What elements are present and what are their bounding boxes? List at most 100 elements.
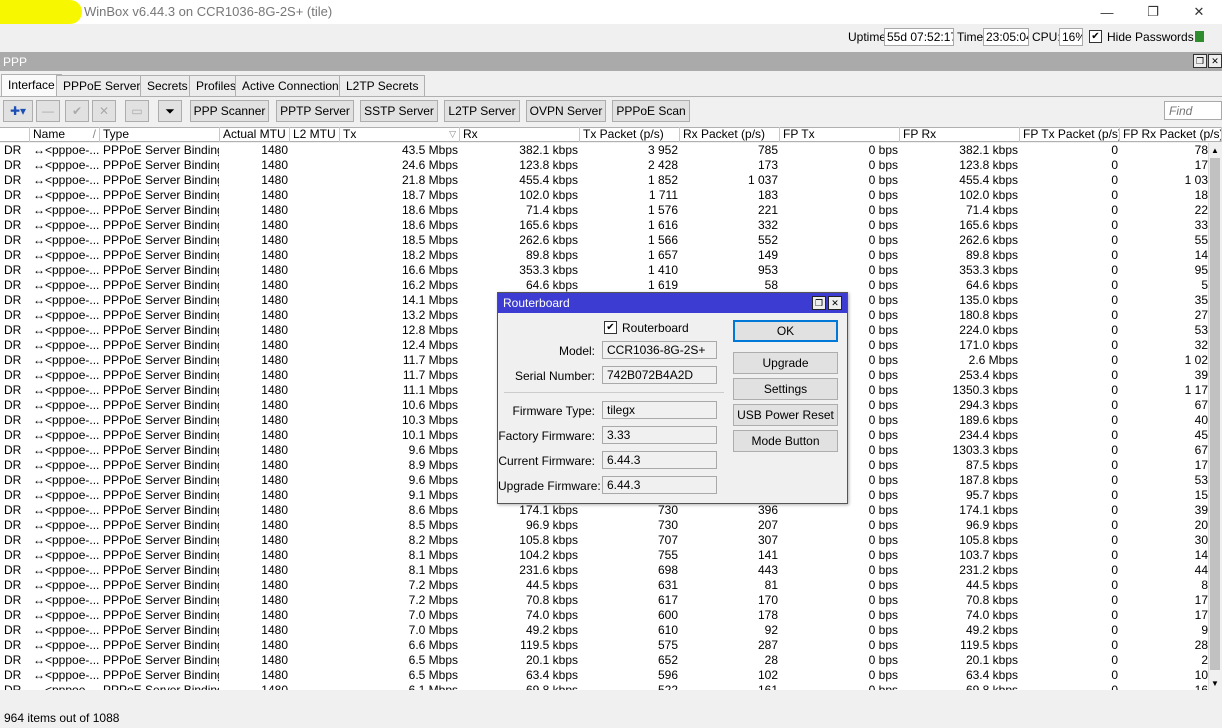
column-header-flags[interactable] (0, 127, 30, 142)
ok-button[interactable]: OK (733, 320, 838, 342)
find-input[interactable] (1164, 101, 1222, 120)
name-cell: ↔<pppoe-... (33, 308, 99, 322)
table-row[interactable]: DR ↔<pppoe-... PPPoE Server Binding 1480 43.… (0, 143, 1208, 158)
table-row[interactable]: DR ↔<pppoe-... PPPoE Server Binding 1480 7.2… (0, 593, 1208, 608)
flags-cell: DR (4, 263, 22, 277)
table-row[interactable]: DR ↔<pppoe-... PPPoE Server Binding 1480 7.2… (0, 578, 1208, 593)
name-cell: ↔<pppoe-... (33, 518, 99, 532)
type-cell: PPPoE Server Binding (103, 143, 219, 157)
table-row[interactable]: DR ↔<pppoe-... PPPoE Server Binding 1480 18.… (0, 233, 1208, 248)
table-row[interactable]: DR ↔<pppoe-... PPPoE Server Binding 1480 8.6… (0, 503, 1208, 518)
table-row[interactable]: DR ↔<pppoe-... PPPoE Server Binding 1480 6.6… (0, 638, 1208, 653)
filter-icon[interactable]: ⏷ (158, 100, 182, 122)
type-cell: PPPoE Server Binding (103, 518, 219, 532)
table-row[interactable]: DR ↔<pppoe-... PPPoE Server Binding 1480 18.… (0, 218, 1208, 233)
fp-rx-packet-cell: 10 (1194, 668, 1208, 682)
table-row[interactable]: DR ↔<pppoe-... PPPoE Server Binding 1480 8.2… (0, 533, 1208, 548)
tab-l2tp-secrets[interactable]: L2TP Secrets (339, 75, 426, 96)
actual-mtu-cell: 1480 (261, 248, 288, 262)
column-header-tx[interactable]: Tx ▽ (340, 127, 460, 142)
actual-mtu-cell: 1480 (261, 443, 288, 457)
rx-packet-cell: 785 (757, 143, 778, 157)
mode-button[interactable]: Mode Button (733, 430, 838, 452)
tx-cell: 18.5 Mbps (401, 233, 458, 247)
fp-rx-packet-cell: 18 (1194, 188, 1208, 202)
tx-packet-cell: 730 (657, 518, 678, 532)
column-header-l2-mtu[interactable]: L2 MTU (290, 127, 340, 142)
restore-button[interactable]: ❐ (1130, 0, 1176, 24)
minimize-button[interactable]: — (1084, 0, 1130, 24)
upgrade-button[interactable]: Upgrade (733, 352, 838, 374)
table-row[interactable]: DR ↔<pppoe-... PPPoE Server Binding 1480 21.… (0, 173, 1208, 188)
tab-secrets[interactable]: Secrets (140, 75, 195, 96)
horizontal-scrollbar[interactable] (0, 690, 1222, 704)
fp-rx-cell: 102.0 kbps (959, 188, 1018, 202)
column-header-name[interactable]: Name / (30, 127, 100, 142)
rx-cell: 382.1 kbps (519, 143, 578, 157)
type-cell: PPPoE Server Binding (103, 578, 219, 592)
sstp-server-button[interactable]: SSTP Server (360, 100, 438, 122)
column-header-tx-packet[interactable]: Tx Packet (p/s) (580, 127, 680, 142)
settings-button[interactable]: Settings (733, 378, 838, 400)
column-header-type[interactable]: Type (100, 127, 220, 142)
ppp-restore-button[interactable]: ❐ (1193, 54, 1207, 68)
actual-mtu-cell: 1480 (261, 623, 288, 637)
table-row[interactable]: DR ↔<pppoe-... PPPoE Server Binding 1480 8.1… (0, 548, 1208, 563)
tab-active-connections[interactable]: Active Connections (235, 75, 352, 96)
table-row[interactable]: DR ↔<pppoe-... PPPoE Server Binding 1480 8.5… (0, 518, 1208, 533)
dialog-close-button[interactable]: ✕ (828, 296, 842, 310)
table-row[interactable]: DR ↔<pppoe-... PPPoE Server Binding 1480 16.… (0, 263, 1208, 278)
enable-icon[interactable]: ✔ (65, 100, 89, 122)
usb-power-reset-button[interactable]: USB Power Reset (733, 404, 838, 426)
ppp-close-button[interactable]: ✕ (1208, 54, 1222, 68)
add-button[interactable]: ✚▾ (3, 100, 33, 122)
scroll-up-icon[interactable]: ▲ (1208, 143, 1222, 157)
table-row[interactable]: DR ↔<pppoe-... PPPoE Server Binding 1480 18.… (0, 203, 1208, 218)
column-header-fp-rx-packet[interactable]: FP Rx Packet (p/s) (1120, 127, 1222, 142)
close-button[interactable]: ✕ (1176, 0, 1222, 24)
dialog-restore-button[interactable]: ❐ (812, 296, 826, 310)
remove-icon[interactable]: — (36, 100, 60, 122)
rx-cell: 455.4 kbps (519, 173, 578, 187)
column-header-fp-tx-packet[interactable]: FP Tx Packet (p/s) (1020, 127, 1120, 142)
column-header-actual-mtu[interactable]: Actual MTU (220, 127, 290, 142)
fp-tx-packet-cell: 0 (1111, 428, 1118, 442)
comment-icon[interactable]: ▭ (125, 100, 149, 122)
tx-cell: 13.2 Mbps (401, 308, 458, 322)
ppp-scanner-button[interactable]: PPP Scanner (190, 100, 269, 122)
fp-rx-cell: 353.3 kbps (959, 263, 1018, 277)
column-header-rx-packet[interactable]: Rx Packet (p/s) (680, 127, 780, 142)
pptp-server-button[interactable]: PPTP Server (276, 100, 354, 122)
table-row[interactable]: DR ↔<pppoe-... PPPoE Server Binding 1480 16.… (0, 278, 1208, 293)
table-row[interactable]: DR ↔<pppoe-... PPPoE Server Binding 1480 18.… (0, 188, 1208, 203)
hide-passwords-checkbox[interactable]: ✔ (1089, 30, 1102, 43)
table-row[interactable]: DR ↔<pppoe-... PPPoE Server Binding 1480 6.1… (0, 683, 1208, 690)
actual-mtu-cell: 1480 (261, 353, 288, 367)
tab-interface[interactable]: Interface (1, 74, 62, 96)
type-cell: PPPoE Server Binding (103, 473, 219, 487)
type-cell: PPPoE Server Binding (103, 338, 219, 352)
tab-pppoe-servers[interactable]: PPPoE Servers (56, 75, 154, 96)
column-header-fp-rx[interactable]: FP Rx (900, 127, 1020, 142)
table-row[interactable]: DR ↔<pppoe-... PPPoE Server Binding 1480 8.1… (0, 563, 1208, 578)
type-cell: PPPoE Server Binding (103, 623, 219, 637)
pppoe-scan-button[interactable]: PPPoE Scan (612, 100, 690, 122)
l2-mtu-cell (290, 503, 338, 518)
table-row[interactable]: DR ↔<pppoe-... PPPoE Server Binding 1480 6.5… (0, 653, 1208, 668)
fp-rx-packet-cell: 5 (1201, 278, 1208, 292)
table-row[interactable]: DR ↔<pppoe-... PPPoE Server Binding 1480 7.0… (0, 608, 1208, 623)
disable-icon[interactable]: ✕ (92, 100, 116, 122)
table-row[interactable]: DR ↔<pppoe-... PPPoE Server Binding 1480 24.… (0, 158, 1208, 173)
column-header-fp-tx[interactable]: FP Tx (780, 127, 900, 142)
l2tp-server-button[interactable]: L2TP Server (444, 100, 520, 122)
ovpn-server-button[interactable]: OVPN Server (526, 100, 606, 122)
vertical-scroll-thumb[interactable] (1210, 158, 1220, 670)
flags-cell: DR (4, 578, 22, 592)
scroll-down-icon[interactable]: ▼ (1208, 676, 1222, 690)
column-header-rx[interactable]: Rx (460, 127, 580, 142)
routerboard-checkbox[interactable]: ✔ (604, 321, 617, 334)
table-row[interactable]: DR ↔<pppoe-... PPPoE Server Binding 1480 6.5… (0, 668, 1208, 683)
table-row[interactable]: DR ↔<pppoe-... PPPoE Server Binding 1480 18.… (0, 248, 1208, 263)
fp-tx-packet-cell: 0 (1111, 173, 1118, 187)
table-row[interactable]: DR ↔<pppoe-... PPPoE Server Binding 1480 7.0… (0, 623, 1208, 638)
